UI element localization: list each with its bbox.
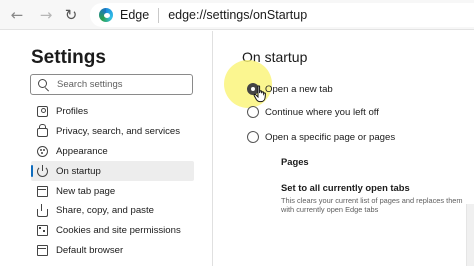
sidebar-item-label: New tab page <box>56 185 116 197</box>
radio-unchecked[interactable] <box>247 106 259 118</box>
scrollbar[interactable] <box>466 204 474 266</box>
back-arrow-icon[interactable]: ← <box>6 5 28 25</box>
search-icon <box>38 78 50 91</box>
sidebar-item-label: On startup <box>56 165 101 177</box>
browser-icon <box>37 244 48 256</box>
browser-name: Edge <box>120 8 150 22</box>
search-box[interactable] <box>30 74 193 95</box>
option-label: Open a specific page or pages <box>265 131 396 143</box>
pages-label[interactable]: Pages <box>281 156 309 167</box>
sidebar-item-default-browser[interactable]: Default browser <box>31 241 194 261</box>
search-input[interactable] <box>57 79 187 90</box>
forward-arrow-icon[interactable]: → <box>35 5 57 25</box>
address-divider <box>158 7 160 23</box>
sidebar-item-label: Appearance <box>56 145 108 157</box>
settings-title: Settings <box>31 47 106 68</box>
panel-divider <box>212 31 213 266</box>
sidebar-item-appearance[interactable]: Appearance <box>31 142 194 162</box>
option-label: Open a new tab <box>265 83 333 95</box>
sidebar-item-label: Default browser <box>56 244 124 256</box>
profile-icon <box>37 106 48 118</box>
option-label: Continue where you left off <box>265 106 379 118</box>
radio-unchecked[interactable] <box>247 131 259 143</box>
lock-icon <box>37 124 48 138</box>
sidebar-item-label: Profiles <box>56 106 88 118</box>
share-icon <box>37 203 48 217</box>
new-tab-icon <box>37 185 48 197</box>
settings-nav: Profiles Privacy, search, and services A… <box>31 102 194 260</box>
sidebar-item-profiles[interactable]: Profiles <box>31 102 194 122</box>
hand-cursor-icon <box>253 85 266 103</box>
option-specific-pages[interactable]: Open a specific page or pages <box>247 131 395 143</box>
cookies-icon <box>37 225 48 237</box>
sidebar-item-new-tab-page[interactable]: New tab page <box>31 181 194 201</box>
power-icon <box>37 164 48 177</box>
sidebar-item-cookies[interactable]: Cookies and site permissions <box>31 221 194 241</box>
address-bar[interactable]: Edge edge://settings/onStartup <box>90 3 474 27</box>
option-continue[interactable]: Continue where you left off <box>247 106 379 118</box>
edge-logo-icon <box>99 8 113 22</box>
sidebar-item-label: Share, copy, and paste <box>56 205 154 217</box>
set-open-tabs-label[interactable]: Set to all currently open tabs <box>281 182 410 193</box>
reload-icon[interactable]: ↻ <box>60 5 82 25</box>
palette-icon <box>37 145 48 157</box>
sidebar-item-on-startup[interactable]: On startup <box>31 161 194 182</box>
sidebar-item-label: Cookies and site permissions <box>56 225 181 237</box>
sidebar-item-label: Privacy, search, and services <box>56 126 181 138</box>
browser-toolbar: ← → ↻ Edge edge://settings/onStartup <box>0 0 474 30</box>
sidebar-item-privacy[interactable]: Privacy, search, and services <box>31 122 194 142</box>
url-text[interactable]: edge://settings/onStartup <box>168 8 307 22</box>
set-open-tabs-description: This clears your current list of pages a… <box>281 196 463 215</box>
sidebar-item-share[interactable]: Share, copy, and paste <box>31 201 194 221</box>
